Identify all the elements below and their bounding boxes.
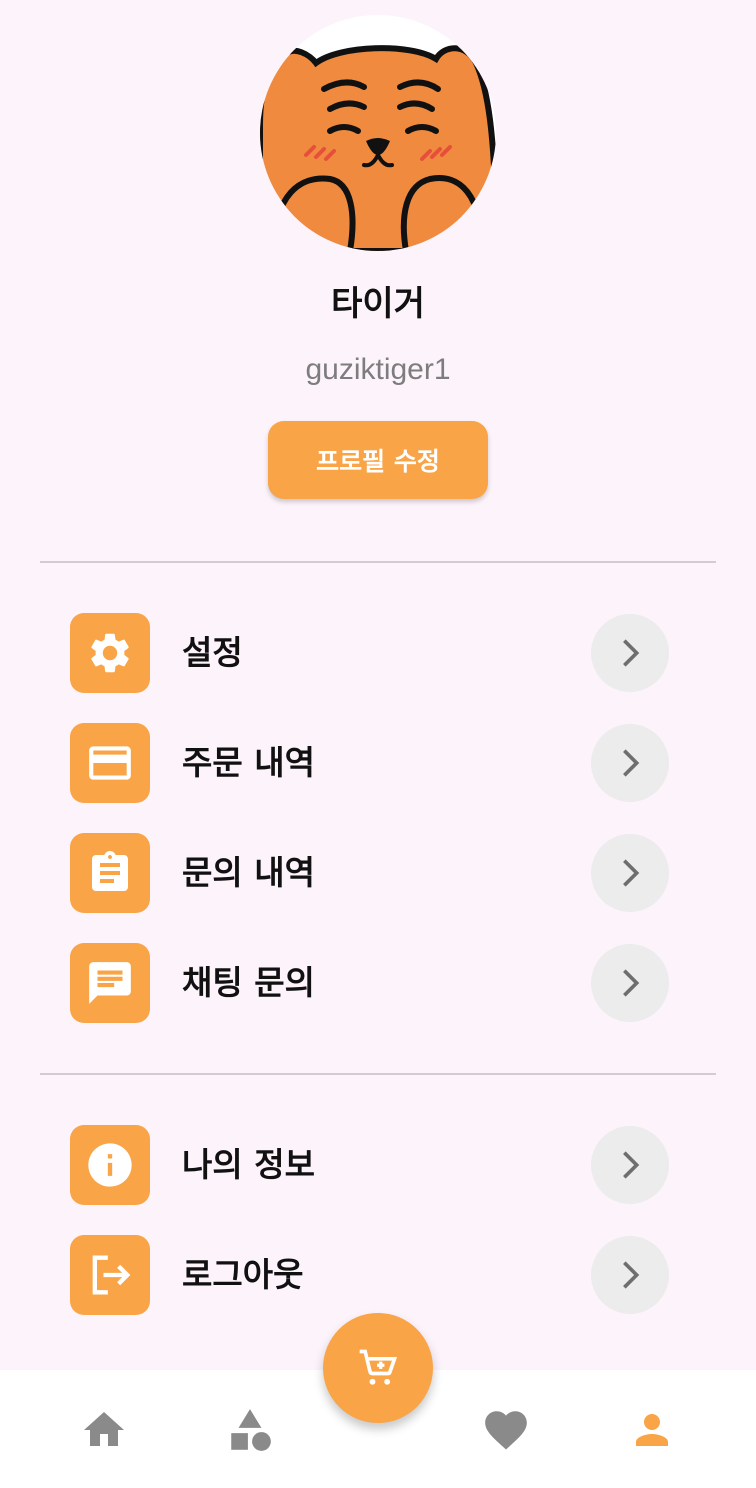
chevron-right-icon[interactable] [591,944,669,1022]
credit-card-icon [70,723,150,803]
menu-item-inquiry-history[interactable]: 문의 내역 [70,833,670,913]
menu-label: 설정 [182,633,243,672]
nav-my-page[interactable] [622,1400,682,1460]
divider [40,1073,716,1075]
menu-label: 나의 정보 [182,1145,315,1184]
chevron-right-icon[interactable] [591,614,669,692]
cart-icon [359,1349,398,1385]
tiger-avatar-icon [260,45,496,251]
nav-home[interactable] [74,1400,134,1460]
nav-wishlist[interactable] [476,1400,536,1460]
nav-category[interactable] [220,1400,280,1460]
menu-label: 로그아웃 [182,1255,304,1294]
menu-label: 채팅 문의 [182,963,315,1002]
menu-label: 문의 내역 [182,853,315,892]
menu-label: 주문 내역 [182,743,315,782]
menu-item-settings[interactable]: 설정 [70,613,670,693]
heart-icon [485,1411,527,1450]
menu-item-logout[interactable]: 로그아웃 [70,1235,670,1315]
profile-avatar[interactable] [260,15,496,251]
person-icon [636,1414,668,1446]
info-icon [70,1125,150,1205]
chevron-right-icon[interactable] [591,834,669,912]
menu-item-order-history[interactable]: 주문 내역 [70,723,670,803]
chevron-right-icon[interactable] [591,1126,669,1204]
chevron-right-icon[interactable] [591,724,669,802]
gear-icon [70,613,150,693]
chevron-right-icon[interactable] [591,1236,669,1314]
home-icon [84,1412,124,1446]
chat-icon [70,943,150,1023]
menu-item-chat-inquiry[interactable]: 채팅 문의 [70,943,670,1023]
profile-name: 타이거 [331,284,425,324]
edit-profile-button[interactable]: 프로필 수정 [268,421,488,499]
category-shapes-icon [231,1409,271,1451]
logout-icon [70,1235,150,1315]
clipboard-icon [70,833,150,913]
profile-username: guziktiger1 [305,353,451,386]
cart-button[interactable] [323,1313,433,1423]
divider [40,561,716,563]
menu-item-my-info[interactable]: 나의 정보 [70,1125,670,1205]
